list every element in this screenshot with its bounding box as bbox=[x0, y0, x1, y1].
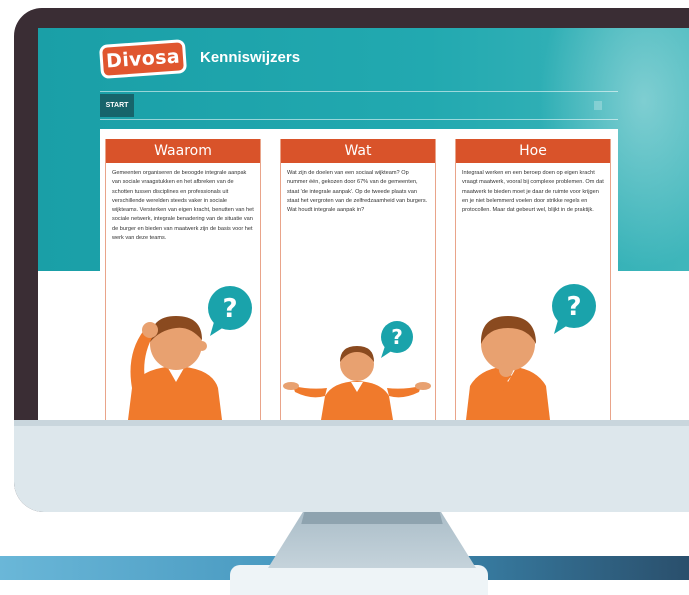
monitor-chin bbox=[14, 420, 689, 512]
divosa-logo[interactable]: Divosa bbox=[98, 39, 188, 79]
shrugging-person-illustration: ? bbox=[283, 321, 431, 420]
column-wat[interactable]: Wat Wat zijn de doelen van een sociaal w… bbox=[280, 139, 436, 420]
logo-text: Divosa bbox=[105, 45, 181, 73]
chin-hand-person-illustration: ? bbox=[466, 284, 596, 420]
question-bubble-icon: ? bbox=[381, 321, 413, 358]
nav-search-icon[interactable] bbox=[594, 101, 602, 110]
nav-start-button[interactable]: START bbox=[100, 94, 134, 117]
svg-text:?: ? bbox=[566, 292, 581, 322]
column-text: Gemeenten organiseren de beoogde integra… bbox=[112, 170, 254, 242]
scratching-head-person-illustration: ? bbox=[128, 286, 252, 420]
nav-divider-top bbox=[100, 91, 618, 92]
column-text: Wat zijn de doelen van een sociaal wijkt… bbox=[287, 170, 428, 214]
question-bubble-icon: ? bbox=[552, 284, 596, 334]
column-text: Integraal werken en een beroep doen op e… bbox=[462, 170, 604, 214]
column-heading[interactable]: Wat bbox=[281, 139, 435, 163]
question-bubble-icon: ? bbox=[208, 286, 252, 336]
monitor-chin-edge bbox=[14, 420, 689, 426]
site-title[interactable]: Kenniswijzers bbox=[200, 49, 300, 66]
monitor-screen: Divosa Kenniswijzers START Waarom Gemeen… bbox=[38, 28, 689, 420]
svg-text:?: ? bbox=[391, 325, 403, 349]
column-hoe[interactable]: Hoe Integraal werken en een beroep doen … bbox=[455, 139, 611, 420]
column-heading[interactable]: Hoe bbox=[456, 139, 610, 163]
svg-text:?: ? bbox=[222, 294, 237, 324]
monitor-base bbox=[230, 565, 488, 595]
content-panel: Waarom Gemeenten organiseren de beoogde … bbox=[100, 129, 618, 420]
nav-divider-bottom bbox=[100, 119, 618, 120]
column-heading[interactable]: Waarom bbox=[106, 139, 260, 163]
column-waarom[interactable]: Waarom Gemeenten organiseren de beoogde … bbox=[105, 139, 261, 420]
